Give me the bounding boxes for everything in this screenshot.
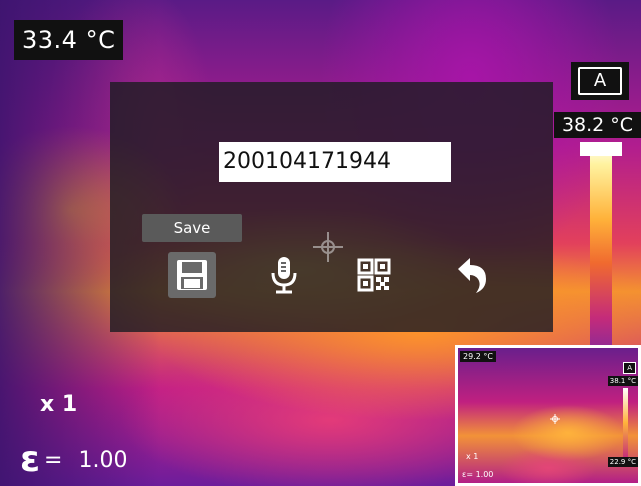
image-thumbnail: 29.2 °C A 38.1 °C 22.9 °C x 1 ε= 1.00 xyxy=(455,345,641,486)
thumbnail-crosshair-icon xyxy=(550,414,560,424)
crosshair-icon xyxy=(313,232,343,262)
save-tooltip: Save xyxy=(142,214,242,242)
voice-note-button[interactable] xyxy=(260,252,308,298)
spot-temperature: 33.4 °C xyxy=(14,20,124,60)
thumbnail-auto-label: A xyxy=(623,362,636,374)
floppy-disk-icon xyxy=(177,260,207,290)
auto-range-button[interactable]: A xyxy=(571,62,629,100)
max-temperature-label: 38.2 °C xyxy=(554,112,641,138)
thumbnail-min-temp: 22.9 °C xyxy=(607,457,638,467)
save-dialog: 200104171944 Save xyxy=(110,82,553,332)
auto-range-label: A xyxy=(593,70,607,91)
qr-code-button[interactable] xyxy=(350,252,398,298)
filename-field[interactable]: 200104171944 xyxy=(219,142,451,182)
thumbnail-temp: 29.2 °C xyxy=(460,351,496,362)
emissivity-value: 1.00 xyxy=(78,447,128,473)
qr-code-icon xyxy=(357,258,391,292)
back-button[interactable] xyxy=(448,252,496,298)
thumbnail-max-temp: 38.1 °C xyxy=(607,376,638,386)
emissivity-readout: ε = 1.00 xyxy=(20,442,127,478)
emissivity-symbol: ε xyxy=(20,439,41,480)
auto-range-icon: A xyxy=(578,67,622,95)
thumbnail-emissivity: ε= 1.00 xyxy=(462,470,494,479)
scale-top-marker xyxy=(580,142,622,156)
thumbnail-zoom: x 1 xyxy=(466,452,479,461)
color-scale-bar xyxy=(590,142,612,362)
microphone-icon xyxy=(271,257,297,294)
undo-arrow-icon xyxy=(458,258,486,293)
emissivity-equals: = xyxy=(44,447,63,473)
save-button[interactable] xyxy=(168,252,216,298)
thumbnail-scale-bar xyxy=(623,388,628,458)
zoom-level: x 1 xyxy=(40,392,78,417)
